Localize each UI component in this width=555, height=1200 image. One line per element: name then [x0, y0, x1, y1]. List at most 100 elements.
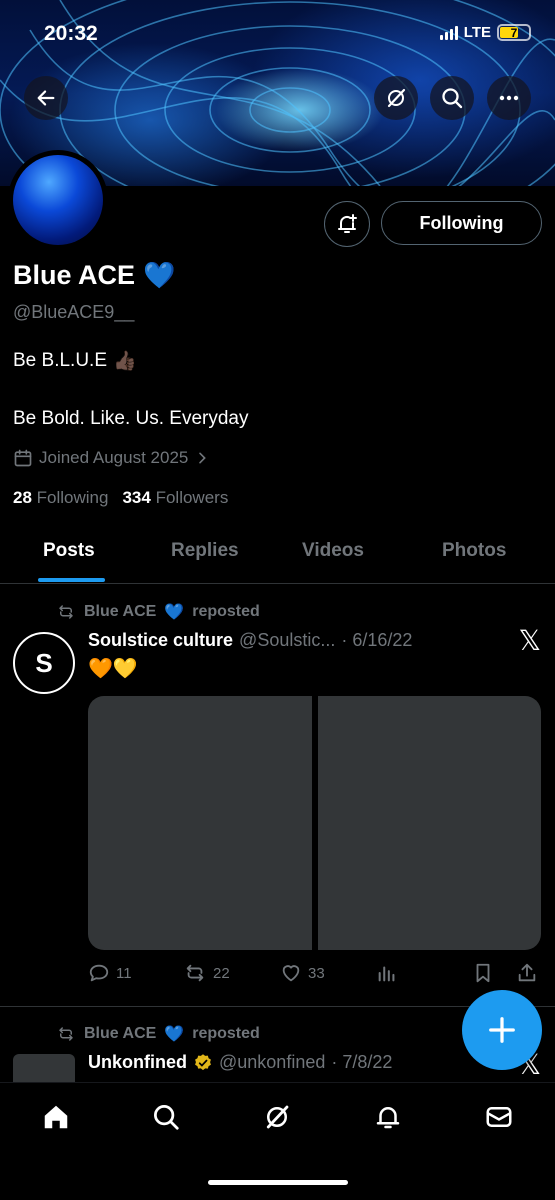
notifications-toggle-button[interactable]: [324, 201, 370, 247]
search-icon: [442, 88, 463, 109]
nav-grok[interactable]: [261, 1101, 293, 1133]
status-time: 20:32: [44, 22, 98, 45]
post-header: Soulstice culture @Soulstic... · 6/16/22: [88, 630, 412, 651]
views-button[interactable]: [376, 962, 398, 984]
following-label: Following: [36, 488, 109, 507]
reply-icon: [89, 964, 109, 982]
repost-action-icon: [186, 964, 204, 982]
reposter-name-2: Blue ACE: [84, 1025, 157, 1042]
following-button[interactable]: Following: [381, 201, 542, 245]
back-arrow-icon: [37, 90, 55, 106]
profile-handle: @BlueACE9__: [13, 302, 135, 322]
followers-count: 334: [122, 488, 151, 507]
search-button[interactable]: [430, 76, 474, 120]
post-author-handle-2: @unkonfined: [219, 1052, 326, 1072]
post-author-name-2[interactable]: Unkonfined: [88, 1052, 187, 1073]
bio-line-2: Be Bold. Like. Us. Everyday: [13, 408, 249, 429]
following-count: 28: [13, 488, 32, 507]
messages-icon: [486, 1107, 512, 1127]
post-date: · 6/16/22: [341, 630, 413, 650]
like-icon: [282, 965, 300, 982]
like-button[interactable]: 33: [280, 962, 325, 984]
calendar-icon: [14, 449, 32, 467]
status-indicators: LTE 7: [439, 24, 531, 41]
share-button[interactable]: [516, 962, 538, 984]
bookmark-icon: [476, 963, 490, 983]
compose-post-button[interactable]: [462, 990, 542, 1070]
repost-label: reposted: [192, 603, 260, 620]
nav-home[interactable]: [40, 1101, 72, 1133]
following-count-link[interactable]: 28 Following: [13, 488, 108, 508]
battery-icon: 7: [497, 24, 531, 41]
repost-indicator: Blue ACE 💙 reposted: [56, 602, 260, 622]
reply-count: 11: [116, 964, 132, 982]
network-label: LTE: [463, 24, 491, 41]
blue-heart-emoji: 💙: [143, 260, 176, 290]
x-logo-icon: 𝕏: [518, 625, 541, 656]
follow-counts: 28 Following 334 Followers: [13, 488, 228, 508]
joined-date[interactable]: Joined August 2025: [13, 448, 210, 468]
post-text: 🧡💛: [88, 658, 138, 680]
home-indicator: [208, 1180, 348, 1185]
bell-plus-icon: [338, 214, 357, 233]
tab-videos[interactable]: Videos: [302, 540, 364, 562]
repost-icon: [59, 605, 73, 619]
tab-photos[interactable]: Photos: [442, 540, 506, 562]
repost-button[interactable]: 22: [183, 962, 230, 984]
share-icon: [518, 963, 536, 982]
post-date-2: · 7/8/22: [331, 1052, 393, 1072]
repost-count: 22: [213, 964, 230, 982]
followers-label: Followers: [155, 488, 229, 507]
post-header-2: Unkonfined @unkonfined · 7/8/22: [88, 1052, 392, 1073]
back-button[interactable]: [24, 76, 68, 120]
nav-notifications[interactable]: [372, 1101, 404, 1133]
post-actions: 11 22 33: [88, 962, 543, 988]
nav-messages[interactable]: [483, 1101, 515, 1133]
followers-count-link[interactable]: 334 Followers: [122, 488, 228, 508]
home-icon: [44, 1105, 68, 1129]
post-author-avatar[interactable]: S: [13, 632, 75, 694]
bookmark-button[interactable]: [472, 962, 494, 984]
bio-line-1: Be B.L.U.E 👍🏿: [13, 349, 137, 373]
reposter-emoji-2: 💙: [164, 1026, 185, 1043]
verified-badge-icon: [195, 1053, 211, 1070]
repost-label-2: reposted: [192, 1025, 260, 1042]
more-button[interactable]: [487, 76, 531, 120]
plus-icon: [489, 1017, 515, 1043]
profile-avatar[interactable]: [8, 150, 108, 250]
avatar-image: [13, 155, 103, 245]
reposter-emoji: 💙: [164, 604, 185, 621]
joined-text: Joined August 2025: [39, 448, 189, 467]
active-tab-indicator: [38, 578, 105, 582]
post-author-handle: @Soulstic...: [239, 630, 336, 650]
like-count: 33: [308, 964, 325, 982]
post-author-name[interactable]: Soulstice culture: [88, 630, 233, 651]
notifications-icon: [376, 1107, 400, 1129]
grok-icon: [387, 88, 406, 108]
nav-search[interactable]: [150, 1101, 182, 1133]
grok-button[interactable]: [374, 76, 418, 120]
media-image-2[interactable]: [317, 696, 541, 950]
search-icon: [154, 1105, 179, 1130]
profile-tabs: Posts Replies Videos Photos: [0, 528, 555, 584]
tab-replies[interactable]: Replies: [171, 540, 239, 562]
media-image-1[interactable]: [88, 696, 312, 950]
reply-button[interactable]: 11: [88, 962, 132, 984]
repost-icon: [59, 1027, 73, 1041]
profile-name: Blue ACE 💙: [13, 260, 175, 291]
grok-icon: [266, 1105, 289, 1129]
avatar-letter: S: [35, 647, 53, 678]
more-icon: [499, 95, 519, 101]
bio-line-1-text: Be B.L.U.E: [13, 350, 107, 371]
post-media[interactable]: [88, 696, 541, 950]
repost-indicator-2: Blue ACE 💙 reposted: [56, 1024, 260, 1044]
tab-posts[interactable]: Posts: [43, 540, 95, 562]
signal-icon: [439, 25, 458, 40]
views-icon: [378, 966, 395, 982]
post-author-avatar-2[interactable]: [13, 1054, 75, 1084]
battery-level: 7: [510, 25, 518, 40]
profile-name-text: Blue ACE: [13, 260, 136, 290]
reposter-name: Blue ACE: [84, 603, 157, 620]
thumbs-up-emoji: 👍🏿: [113, 351, 137, 372]
chevron-right-icon: [199, 452, 207, 464]
